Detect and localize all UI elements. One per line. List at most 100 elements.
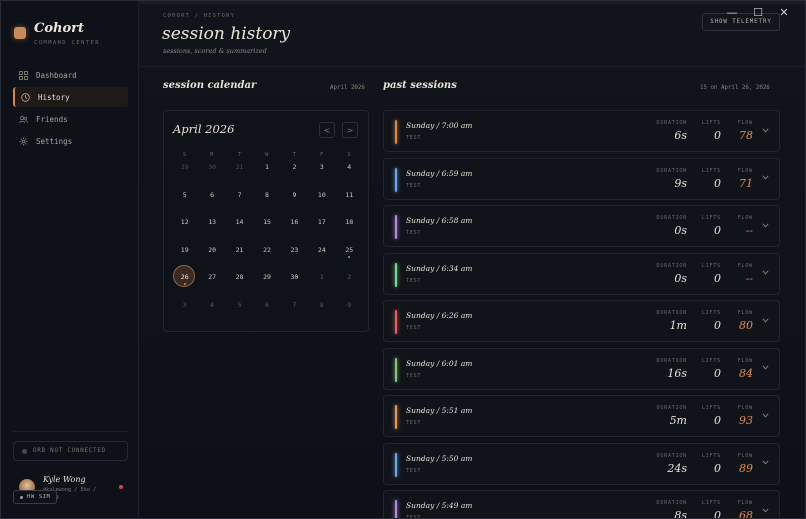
calendar-day[interactable]: 30 [198,162,225,190]
flow-label: FLOW [737,262,753,269]
calendar-day[interactable]: 17 [308,217,335,245]
calendar-day-number: 18 [345,218,354,226]
calendar-day[interactable]: 2 [336,272,363,300]
calendar-day[interactable]: 30 [281,272,308,300]
session-card[interactable]: Sunday / 6:01 am TEST DURATION 16s LIFTS 0 FLO… [383,347,780,390]
calendar-day[interactable]: 13 [198,217,225,245]
lifts-label: LIFTS [701,405,721,411]
calendar-day[interactable]: 3 [308,162,335,190]
session-duration: DURATION 0s [647,215,687,237]
session-lifts: LIFTS 0 [691,120,721,142]
session-flow: FLOW 80 [723,310,753,332]
calendar-day[interactable]: 29 [253,272,280,300]
calendar-day[interactable]: 14 [226,217,253,245]
calendar-day[interactable]: 6 [198,190,225,218]
session-card[interactable]: Sunday / 5:50 am TEST DURATION 24s LIFTS 0 FLO… [383,442,780,485]
calendar-day[interactable]: 1 [308,272,335,300]
flow-label: FLOW [737,500,753,506]
chevron-down-icon[interactable] [761,459,769,467]
session-name: Sunday / 6:26 am [406,311,473,320]
session-card[interactable]: Sunday / 6:58 am TEST DURATION 0s LIFTS 0 FLOW… [383,205,780,247]
calendar-day-today[interactable]: 26 [171,265,198,300]
calendar-day[interactable]: 31 [226,162,253,190]
sidebar-item-dashboard[interactable]: Dashboard [13,65,128,85]
hw-sim-badge[interactable]: HW SIM [13,490,58,504]
close-button[interactable]: ✕ [771,5,797,19]
calendar-prev-button[interactable]: < [319,122,335,138]
calendar-day[interactable]: 23 [281,245,308,273]
calendar-day[interactable]: 15 [253,217,280,245]
calendar-week-row: 5 6 7 8 9 10 11 [171,190,363,218]
chevron-down-icon[interactable] [761,411,769,419]
calendar-day[interactable]: 6 [253,300,280,328]
session-card[interactable]: Sunday / 6:34 am TEST DURATION 0s LIFTS 0 FLOW… [383,252,780,295]
minimize-button[interactable]: — [719,5,745,19]
calendar-next-button[interactable]: > [342,122,358,138]
calendar-day[interactable]: 9 [336,300,363,328]
calendar-day[interactable]: 12 [171,217,198,245]
orb-status[interactable]: ORB NOT CONNECTED [13,441,128,461]
chevron-down-icon[interactable] [761,316,769,324]
calendar-day[interactable]: 29 [171,162,198,190]
calendar-day[interactable]: 4 [336,162,363,190]
calendar-day[interactable]: 10 [308,190,335,218]
sidebar-item-friends[interactable]: Friends [13,109,128,129]
calendar-day[interactable]: 3 [171,300,198,328]
calendar-day[interactable]: 18 [336,217,363,245]
page-subtitle: sessions, scored & summarized [163,47,267,55]
flow-label: FLOW [737,215,753,221]
calendar-day-number: 6 [210,190,215,199]
flow-value: 93 [739,414,753,427]
calendar-day[interactable]: 21 [226,245,253,273]
calendar-week-row: 3 4 5 6 7 8 9 [171,300,363,328]
duration-value: 9s [674,176,687,190]
session-card[interactable]: Sunday / 5:51 am TEST DURATION 5m LIFTS 0 FLOW… [383,395,780,437]
calendar-day[interactable]: 2 [281,162,308,190]
duration-label: DURATION [656,310,687,316]
chevron-down-icon[interactable] [761,506,769,514]
calendar-day[interactable]: 7 [281,300,308,328]
chevron-down-icon[interactable] [761,364,769,372]
calendar-day[interactable]: 24 [308,245,335,273]
calendar-day[interactable]: 8 [308,300,335,328]
calendar-day[interactable]: 25 [336,245,363,273]
calendar-day[interactable]: 27 [198,272,225,300]
session-card[interactable]: Sunday / 6:26 am TEST DURATION 1m LIFTS 0 FLOW… [383,300,780,342]
sidebar-item-history[interactable]: History [13,87,128,107]
chevron-down-icon[interactable] [761,126,769,134]
calendar-day-number: 15 [263,218,271,226]
calendar-day[interactable]: 16 [281,217,308,245]
session-card[interactable]: Sunday / 6:59 am TEST DURATION 9s LIFTS 0 FLOW… [383,157,780,200]
sidebar-item-settings[interactable]: Settings [13,131,128,151]
calendar-day[interactable]: 22 [253,245,280,273]
calendar-dow-label: W [265,152,269,158]
duration-value: 6s [674,129,687,142]
flow-value: 80 [739,319,753,332]
session-marker-dot [348,255,351,258]
calendar-day[interactable]: 20 [198,245,225,273]
calendar-grid: S M T W T F S 29 30 31 1 2 3 4 5 6 7 8 9 10 11 12 13 14 15 16 17 18… [171,151,363,327]
calendar-dow-label: M [210,152,214,158]
chevron-down-icon[interactable] [761,174,769,182]
calendar-day[interactable]: 28 [226,272,253,300]
calendar-day[interactable]: 1 [253,162,280,190]
calendar-day[interactable]: 7 [226,190,253,218]
calendar-day[interactable]: 9 [281,190,308,218]
chevron-down-icon[interactable] [761,269,769,277]
session-flow: FLOW 68 [723,500,753,518]
calendar-day-number: 9 [347,300,352,309]
calendar-day[interactable]: 11 [336,190,363,218]
calendar-day-number: 2 [347,273,352,281]
duration-label: DURATION [656,500,687,506]
session-name: Sunday / 6:34 am [406,263,473,273]
chevron-down-icon[interactable] [761,221,769,229]
flow-value: -- [745,271,753,285]
calendar-day[interactable]: 4 [198,300,225,328]
maximize-button[interactable]: ☐ [745,5,771,19]
calendar-day[interactable]: 5 [226,300,253,328]
session-accent-bar [395,405,397,429]
session-card[interactable]: Sunday / 5:49 am TEST DURATION 8s LIFTS 0 FLOW… [383,490,780,518]
calendar-day[interactable]: 8 [253,190,280,218]
calendar-day[interactable]: 5 [171,190,198,218]
session-card[interactable]: Sunday / 7:00 am TEST DURATION 6s LIFTS 0 FLOW… [383,110,780,152]
